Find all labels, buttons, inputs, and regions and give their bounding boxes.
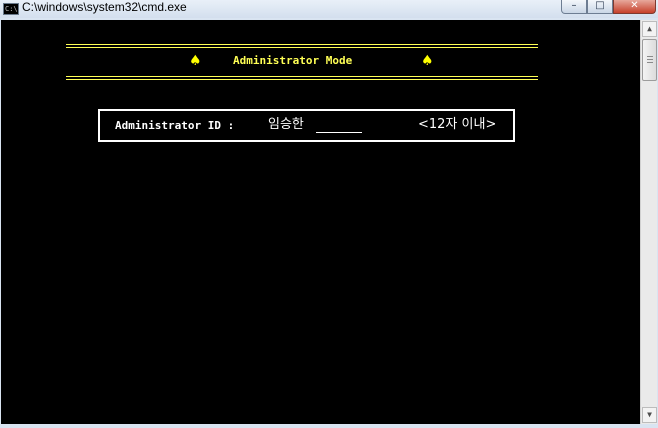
admin-id-input[interactable]: 임승한 <box>268 117 364 135</box>
grip-line <box>647 56 653 57</box>
vertical-scrollbar[interactable]: ▲ ▼ <box>640 20 657 424</box>
cmd-app-icon[interactable]: C:\ <box>3 3 19 15</box>
length-limit-note: <12자 이내> <box>418 117 497 132</box>
minimize-button[interactable]: – <box>561 0 587 14</box>
scroll-down-button[interactable]: ▼ <box>642 407 657 423</box>
spade-icon: ♠ <box>421 53 434 69</box>
header-separator-top <box>66 44 538 49</box>
grip-line <box>647 62 653 63</box>
header-title: Administrator Mode <box>233 54 353 67</box>
maximize-button[interactable]: □ <box>587 0 613 14</box>
close-button[interactable]: ✕ <box>613 0 656 14</box>
window-title: C:\windows\system32\cmd.exe <box>22 0 187 14</box>
title-bar[interactable]: C:\ C:\windows\system32\cmd.exe – □ ✕ <box>0 0 658 18</box>
login-box: Administrator ID : 임승한 <12자 이내> <box>98 109 515 142</box>
spade-icon: ♠ <box>189 53 202 69</box>
admin-id-label: Administrator ID : <box>115 119 235 132</box>
console-area[interactable]: ♠ Administrator Mode ♠ Administrator ID … <box>1 20 640 424</box>
header-separator-bottom <box>66 76 538 81</box>
grip-line <box>647 59 653 60</box>
input-underline <box>316 132 362 133</box>
admin-id-value: 임승한 <box>268 117 304 132</box>
scroll-thumb[interactable] <box>642 39 657 81</box>
scroll-up-button[interactable]: ▲ <box>642 21 657 37</box>
